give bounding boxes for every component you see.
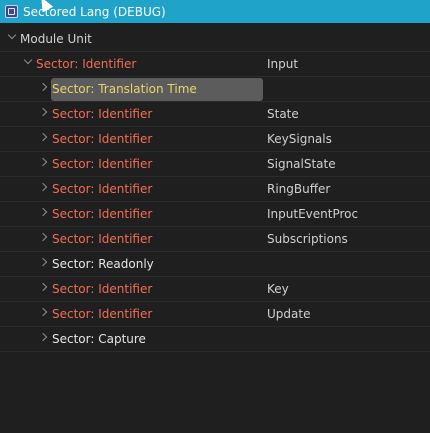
chevron-right-icon[interactable] [38,332,48,342]
tree-node-label: Sector: Translation Time [52,82,197,96]
tree-node-value: SignalState [267,157,336,171]
tree-node-label: Sector: Identifier [52,282,153,296]
chevron-right-icon[interactable] [38,232,48,242]
chevron-right-icon[interactable] [38,307,48,317]
tree-node-label: Sector: Identifier [36,57,137,71]
tree-node-child[interactable]: Sector: Identifier RingBuffer [0,177,430,202]
chevron-down-icon[interactable] [23,55,33,65]
chevron-right-icon[interactable] [38,257,48,267]
tree-node-child[interactable]: Sector: Identifier Subscriptions [0,227,430,252]
tree-node-child[interactable]: Sector: Capture [0,327,430,352]
chevron-right-icon[interactable] [38,157,48,167]
tree-node-value: KeySignals [267,132,332,146]
tree-node-sector-input[interactable]: Sector: Identifier Input [0,52,430,77]
tree-node-label: Sector: Identifier [52,207,153,221]
tree-node-value: Key [267,282,289,296]
tree-node-child[interactable]: Sector: Identifier State [0,102,430,127]
chevron-right-icon[interactable] [38,107,48,117]
tree-node-label: Sector: Identifier [52,182,153,196]
chevron-right-icon[interactable] [38,282,48,292]
tree-node-label: Sector: Capture [52,332,146,346]
tree-node-label: Sector: Identifier [52,307,153,321]
tree-node-label: Module Unit [20,32,92,46]
tree-node-value: State [267,107,299,121]
chevron-right-icon[interactable] [38,182,48,192]
tree-root-module-unit[interactable]: Module Unit [0,27,430,52]
tree-node-value: InputEventProc [267,207,359,221]
tree-node-child[interactable]: Sector: Identifier SignalState [0,152,430,177]
tree-node-label: Sector: Identifier [52,232,153,246]
chevron-right-icon[interactable] [38,82,48,92]
tree-node-label: Sector: Readonly [52,257,154,271]
tree-node-label: Sector: Identifier [52,107,153,121]
tree-node-label: Sector: Identifier [52,132,153,146]
tree-node-child[interactable]: Sector: Translation Time [0,77,430,102]
tree-node-child[interactable]: Sector: Identifier KeySignals [0,127,430,152]
tree-node-child[interactable]: Sector: Identifier Update [0,302,430,327]
chevron-right-icon[interactable] [38,207,48,217]
tree-node-child[interactable]: Sector: Identifier Key [0,277,430,302]
tree-node-value: Subscriptions [267,232,348,246]
tree-node-value: Input [267,57,299,71]
tree-node-label: Sector: Identifier [52,157,153,171]
tree-node-child[interactable]: Sector: Identifier InputEventProc [0,202,430,227]
app-icon [5,5,18,18]
chevron-down-icon[interactable] [7,30,17,40]
title-bar: Sectored Lang (DEBUG) [0,0,430,23]
tree-node-child[interactable]: Sector: Readonly [0,252,430,277]
tree-view: Module Unit Sector: Identifier Input Sec… [0,27,430,352]
tree-node-value: Update [267,307,311,321]
chevron-right-icon[interactable] [38,132,48,142]
tree-node-value: RingBuffer [267,182,331,196]
